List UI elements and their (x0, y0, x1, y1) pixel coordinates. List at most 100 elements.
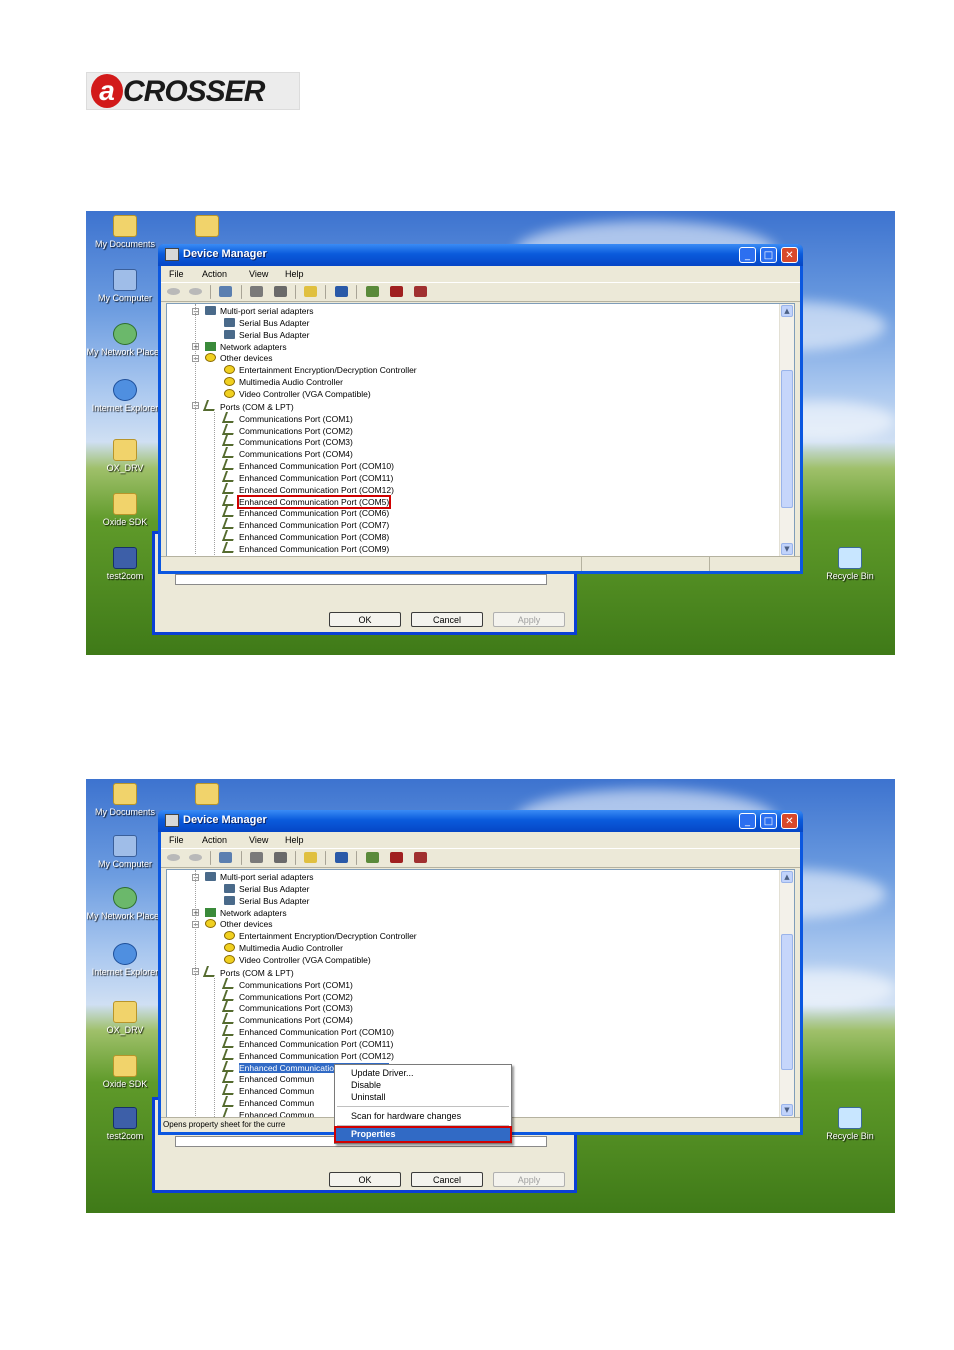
tree-device[interactable]: Communications Port (COM3) (221, 1001, 353, 1013)
back-arrow-icon[interactable] (167, 854, 180, 861)
tree-device[interactable]: Enhanced Communication Port (COM12) (221, 482, 394, 495)
ok-button[interactable]: OK (329, 1172, 401, 1187)
update-driver-icon[interactable] (366, 852, 379, 863)
tree-device[interactable]: Communications Port (COM2) (221, 989, 353, 1002)
tree-device[interactable]: Enhanced Communication Port (COM9) (221, 542, 389, 554)
menu-item-disable[interactable]: Disable (351, 1079, 381, 1091)
menu-help[interactable]: Help (285, 835, 304, 845)
menu-view[interactable]: View (249, 835, 268, 845)
tree-device[interactable]: Communications Port (COM4) (221, 447, 353, 459)
menu-item-update-driver[interactable]: Update Driver... (351, 1067, 414, 1079)
update-driver-icon[interactable] (366, 286, 379, 297)
tree-device[interactable]: Multimedia Audio Controller (224, 942, 343, 954)
tree-category[interactable]: Ports (COM & LPT) (202, 965, 294, 978)
apply-button[interactable]: Apply (493, 612, 565, 627)
minimize-button[interactable]: _ (739, 813, 756, 829)
tree-device[interactable]: Communications Port (COM2) (221, 423, 353, 436)
tree-category[interactable]: Network adapters (205, 907, 287, 919)
tree-device[interactable]: Enhanced Communication Port (COM11) (221, 1036, 393, 1049)
tree-device[interactable]: Serial Bus Adapter (224, 895, 309, 907)
tree-device[interactable]: Enhanced Commun (221, 1072, 314, 1084)
desktop-icon-recycle-bin[interactable]: Recycle Bin (811, 547, 889, 581)
desktop-icon-ox-drv[interactable]: OX_DRV (86, 1001, 164, 1035)
apply-button[interactable]: Apply (493, 1172, 565, 1187)
close-button[interactable]: ✕ (781, 813, 798, 829)
help-icon[interactable] (304, 286, 317, 297)
vertical-scrollbar[interactable]: ▲ ▼ (779, 870, 794, 1117)
desktop-icon-my-network-places[interactable]: My Network Places (86, 887, 164, 921)
tree-device[interactable]: Enhanced Commun (221, 1084, 314, 1096)
menu-file[interactable]: File (169, 835, 184, 845)
menu-item-scan-hardware[interactable]: Scan for hardware changes (351, 1110, 461, 1122)
tree-device[interactable]: Enhanced Communication Port (COM10) (221, 1025, 394, 1037)
maximize-button[interactable]: □ (760, 813, 777, 829)
forward-arrow-icon[interactable] (189, 854, 202, 861)
tree-device[interactable]: Communications Port (COM1) (221, 977, 353, 990)
desktop-icon-oxide-sdk[interactable]: Oxide SDK (86, 1055, 164, 1089)
close-button[interactable]: ✕ (781, 247, 798, 263)
desktop-icon-ox-drv[interactable]: OX_DRV (86, 439, 164, 473)
minimize-button[interactable]: _ (739, 247, 756, 263)
tree-device[interactable]: Enhanced Commun (221, 1096, 314, 1108)
tree-device[interactable]: Enhanced Communication Port (COM7) (221, 518, 389, 530)
tree-category[interactable]: Multi-port serial adapters (205, 871, 314, 883)
tree-device[interactable]: Entertainment Encryption/Decryption Cont… (224, 364, 417, 376)
scroll-up-arrow-icon[interactable]: ▲ (781, 305, 793, 317)
tree-device[interactable]: Serial Bus Adapter (224, 329, 309, 341)
show-hide-console-icon[interactable] (219, 286, 232, 297)
desktop-icon-my-network-places[interactable]: My Network Places (86, 323, 164, 357)
tree-category[interactable]: Other devices (205, 918, 272, 930)
menu-action[interactable]: Action (202, 835, 227, 845)
menu-help[interactable]: Help (285, 269, 304, 279)
tree-device[interactable]: Multimedia Audio Controller (224, 376, 343, 388)
desktop-icon-internet-explorer[interactable]: Internet Explorer (86, 379, 164, 413)
desktop-icon-my-documents[interactable]: My Documents (86, 783, 164, 817)
maximize-button[interactable]: □ (760, 247, 777, 263)
vertical-scrollbar[interactable]: ▲ ▼ (779, 304, 794, 556)
back-arrow-icon[interactable] (167, 288, 180, 295)
menu-view[interactable]: View (249, 269, 268, 279)
ok-button[interactable]: OK (329, 612, 401, 627)
tree-category[interactable]: Network adapters (205, 341, 287, 353)
tree-device[interactable]: Communications Port (COM4) (221, 1013, 353, 1025)
scroll-thumb[interactable] (781, 370, 793, 508)
disable-icon[interactable] (414, 286, 427, 297)
tree-device[interactable]: Video Controller (VGA Compatible) (224, 388, 371, 400)
tree-device[interactable]: Enhanced Communication Port (COM5) (221, 494, 392, 509)
title-bar[interactable]: Device Manager _ □ ✕ (158, 810, 803, 832)
cancel-button[interactable]: Cancel (411, 612, 483, 627)
properties-tool-icon[interactable] (250, 286, 263, 297)
menu-item-uninstall[interactable]: Uninstall (351, 1091, 386, 1103)
menu-file[interactable]: File (169, 269, 184, 279)
tree-device[interactable]: Enhanced Communication Port (COM10) (221, 459, 394, 471)
scan-hardware-icon[interactable] (335, 286, 348, 297)
tree-device[interactable]: Enhanced Communication Port (COM8) (221, 530, 389, 542)
disable-icon[interactable] (414, 852, 427, 863)
uninstall-icon[interactable] (390, 286, 403, 297)
desktop-icon-internet-explorer[interactable]: Internet Explorer (86, 943, 164, 977)
help-icon[interactable] (304, 852, 317, 863)
desktop-icon-my-documents[interactable]: My Documents (86, 215, 164, 249)
print-icon[interactable] (274, 286, 287, 297)
tree-device[interactable]: Communications Port (COM1) (221, 411, 353, 424)
forward-arrow-icon[interactable] (189, 288, 202, 295)
scroll-down-arrow-icon[interactable]: ▼ (781, 543, 793, 555)
desktop-icon-my-computer[interactable]: My Computer (86, 835, 164, 869)
menu-action[interactable]: Action (202, 269, 227, 279)
tree-device[interactable]: Serial Bus Adapter (224, 317, 309, 329)
tree-category[interactable]: Other devices (205, 352, 272, 364)
tree-device[interactable]: Video Controller (VGA Compatible) (224, 954, 371, 966)
uninstall-icon[interactable] (390, 852, 403, 863)
tree-device[interactable]: Enhanced Communication Port (COM11) (221, 470, 393, 483)
scroll-thumb[interactable] (781, 934, 793, 1070)
scroll-up-arrow-icon[interactable]: ▲ (781, 871, 793, 883)
print-icon[interactable] (274, 852, 287, 863)
desktop-icon-folder[interactable] (172, 783, 242, 807)
desktop-icon-recycle-bin[interactable]: Recycle Bin (811, 1107, 889, 1141)
scroll-down-arrow-icon[interactable]: ▼ (781, 1104, 793, 1116)
tree-device[interactable]: Serial Bus Adapter (224, 883, 309, 895)
tree-category[interactable]: Ports (COM & LPT) (202, 399, 294, 412)
tree-device[interactable]: Enhanced Communication Port (COM12) (221, 1048, 394, 1061)
cancel-button[interactable]: Cancel (411, 1172, 483, 1187)
title-bar[interactable]: Device Manager _ □ ✕ (158, 244, 803, 266)
